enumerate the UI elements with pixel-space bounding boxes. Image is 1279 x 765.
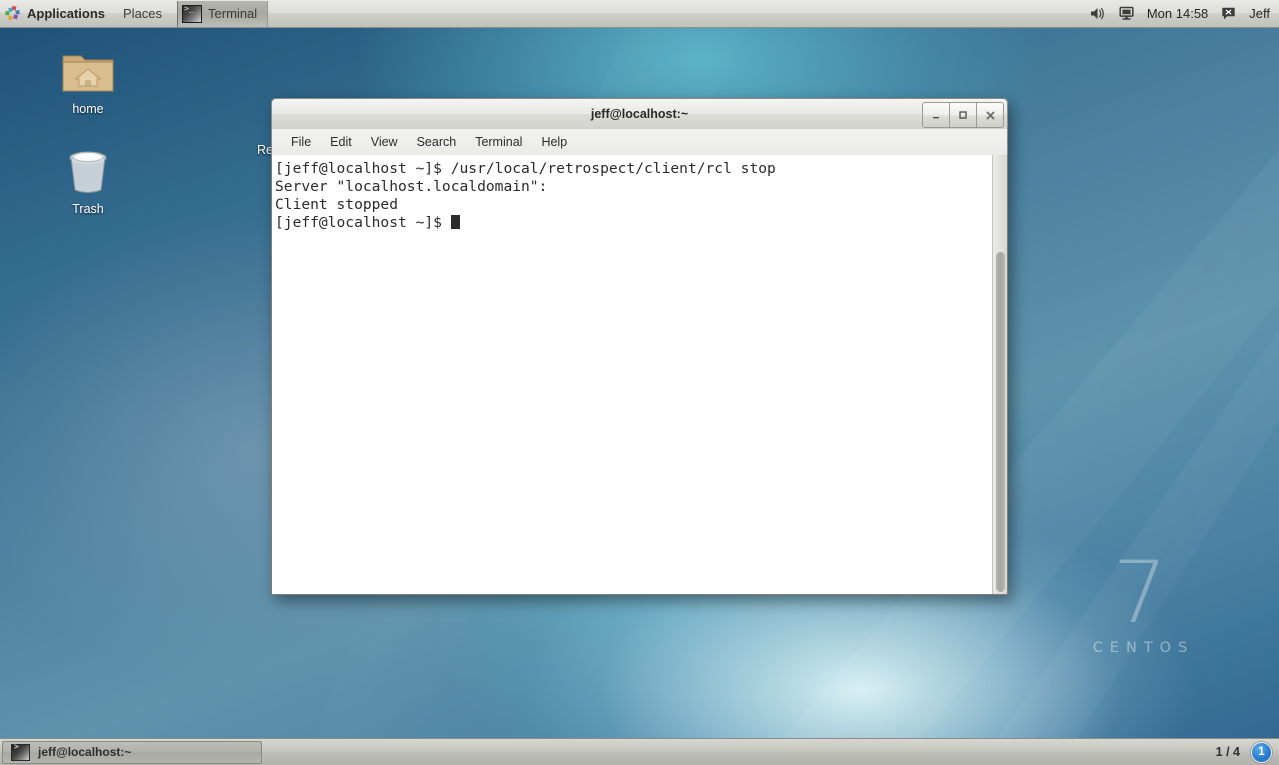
panel-window-list: Terminal bbox=[177, 0, 1089, 27]
terminal-scrollbar[interactable] bbox=[992, 155, 1007, 594]
panel-task-label: Terminal bbox=[208, 6, 258, 21]
close-button[interactable] bbox=[977, 102, 1004, 128]
terminal-line: Client stopped bbox=[275, 196, 399, 214]
terminal-cursor bbox=[450, 215, 460, 230]
panel-status-area: Mon 14:58 Jeff bbox=[1089, 0, 1279, 27]
bottom-panel: jeff@localhost:~ 1 / 4 1 bbox=[0, 738, 1279, 765]
menu-item-terminal[interactable]: Terminal bbox=[466, 132, 531, 152]
menu-item-file[interactable]: File bbox=[282, 132, 320, 152]
menu-item-edit[interactable]: Edit bbox=[321, 132, 361, 152]
home-folder-icon bbox=[62, 55, 114, 92]
trash-can-icon bbox=[69, 151, 107, 193]
speaker-volume-icon[interactable] bbox=[1089, 6, 1106, 21]
places-menu-button[interactable]: Places bbox=[114, 0, 171, 27]
applications-menu-button[interactable]: Applications bbox=[0, 0, 114, 27]
monitor-display-icon[interactable] bbox=[1119, 6, 1134, 21]
scrollbar-thumb[interactable] bbox=[996, 252, 1005, 592]
user-account-icon[interactable] bbox=[1221, 6, 1236, 21]
panel-clock[interactable]: Mon 14:58 bbox=[1147, 6, 1208, 21]
minimize-icon bbox=[933, 117, 939, 119]
minimize-button[interactable] bbox=[922, 102, 950, 128]
top-panel: Applications Places Terminal bbox=[0, 0, 1279, 28]
pinwheel-icon bbox=[5, 5, 20, 21]
applications-menu-label: Applications bbox=[27, 6, 106, 21]
menu-item-help[interactable]: Help bbox=[532, 132, 576, 152]
panel-user-name[interactable]: Jeff bbox=[1249, 6, 1270, 21]
terminal-icon bbox=[182, 4, 203, 23]
maximize-button[interactable] bbox=[950, 102, 977, 128]
terminal-line: Server "localhost.localdomain": bbox=[275, 178, 548, 196]
notification-badge[interactable]: 1 bbox=[1251, 741, 1272, 763]
panel-task-terminal[interactable]: Terminal bbox=[177, 0, 269, 27]
menu-item-search[interactable]: Search bbox=[408, 132, 466, 152]
maximize-icon bbox=[959, 111, 967, 119]
terminal-content-area[interactable]: [jeff@localhost ~]$ /usr/local/retrospec… bbox=[271, 155, 1008, 595]
desktop-screen: home Trash Re 7 CENTOS jeff@localhost:~ bbox=[0, 0, 1279, 765]
terminal-prompt: [jeff@localhost ~]$ bbox=[275, 214, 451, 232]
desktop-icon-home[interactable]: home bbox=[45, 48, 131, 116]
desktop-icon-label: home bbox=[72, 102, 104, 116]
desktop-icon-trash[interactable]: Trash bbox=[45, 148, 131, 216]
terminal-line: [jeff@localhost ~]$ /usr/local/retrospec… bbox=[275, 160, 776, 177]
terminal-menubar: File Edit View Search Terminal Help bbox=[271, 129, 1008, 155]
terminal-window[interactable]: jeff@localhost:~ File Edit View Search T… bbox=[271, 98, 1008, 595]
close-icon bbox=[986, 111, 994, 119]
menu-item-view[interactable]: View bbox=[362, 132, 407, 152]
window-titlebar[interactable]: jeff@localhost:~ bbox=[271, 98, 1008, 129]
places-menu-label: Places bbox=[123, 6, 163, 21]
window-controls bbox=[922, 102, 1004, 128]
bottom-panel-status-area: 1 / 4 1 bbox=[1216, 741, 1279, 763]
window-title: jeff@localhost:~ bbox=[590, 107, 689, 121]
terminal-output: [jeff@localhost ~]$ /usr/local/retrospec… bbox=[272, 155, 1007, 232]
taskbar-item-label: jeff@localhost:~ bbox=[38, 745, 132, 759]
terminal-icon bbox=[11, 742, 30, 761]
workspace-switcher[interactable]: 1 / 4 bbox=[1216, 745, 1240, 759]
desktop-icon-label: Trash bbox=[72, 202, 104, 216]
taskbar-item-terminal[interactable]: jeff@localhost:~ bbox=[2, 740, 262, 764]
